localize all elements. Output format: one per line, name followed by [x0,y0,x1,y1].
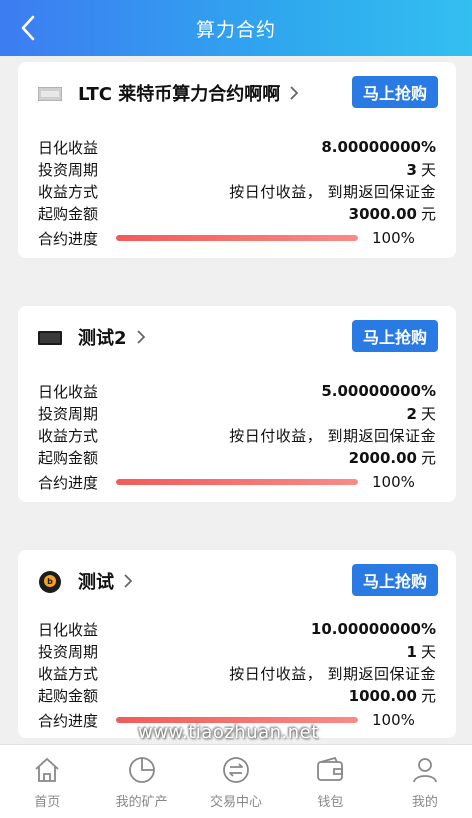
card-title-text: LTC 莱特币算力合约啊啊 [78,84,281,105]
exchange-icon [223,757,249,783]
chevron-right-icon [290,86,299,100]
card-title-text: 测试 [78,572,114,593]
method-value: 按日付收益， 到期返回保证金 [229,182,436,201]
daily-yield-row: 日化收益 8.00000000% [38,136,436,158]
card-title[interactable]: 测试2 [78,324,145,350]
min-amount-value: 2000.00 [348,448,417,467]
min-amount-label: 起购金额 [38,448,99,467]
buy-now-button[interactable]: 马上抢购 [352,564,438,596]
period-label: 投资周期 [38,160,99,179]
progress-percent: 100% [372,229,415,247]
back-button[interactable] [12,12,44,44]
contract-card: b 测试 马上抢购 日化收益 10.00000000% 投资周期 1天 收益方式… [18,550,456,738]
progress-bar [116,479,359,485]
chevron-right-icon [136,330,145,344]
card-title[interactable]: LTC 莱特币算力合约啊啊 [78,80,299,106]
period-row: 投资周期 1天 [38,640,436,662]
back-arrow-icon [21,15,35,41]
daily-yield-value: 10.00000000% [310,620,436,638]
period-row: 投资周期 3天 [38,158,436,180]
min-amount-unit: 元 [420,204,436,223]
progress-label: 合约进度 [38,473,99,492]
min-amount-value: 1000.00 [348,686,417,705]
tab-my-mining[interactable]: 我的矿产 [94,745,188,818]
method-value: 按日付收益， 到期返回保证金 [229,426,436,445]
chevron-right-icon [124,574,132,588]
min-amount-row: 起购金额 1000.00 元 [38,684,436,706]
min-amount-label: 起购金额 [38,686,99,705]
tab-wallet[interactable]: 钱包 [283,745,377,818]
min-amount-row: 起购金额 2000.00 元 [38,446,436,468]
watermark: www.tiaozhuan.net [138,722,319,743]
card-header[interactable]: LTC 莱特币算力合约啊啊 马上抢购 [18,62,456,122]
daily-yield-label: 日化收益 [38,382,99,401]
method-row: 收益方式 按日付收益， 到期返回保证金 [38,180,436,202]
daily-yield-label: 日化收益 [38,620,99,639]
tab-label: 交易中心 [210,795,263,810]
period-value: 2 [406,404,417,423]
method-row: 收益方式 按日付收益， 到期返回保证金 [38,662,436,684]
min-amount-row: 起购金额 3000.00 元 [38,202,436,224]
header: 算力合约 [0,0,472,56]
daily-yield-label: 日化收益 [38,138,99,157]
tab-label: 我的矿产 [115,795,168,810]
period-label: 投资周期 [38,642,99,661]
period-unit: 天 [420,160,436,179]
card-logo-icon [38,326,62,350]
tab-label: 钱包 [317,795,344,810]
wallet-icon [317,756,344,781]
progress-bar [116,235,359,241]
period-row: 投资周期 2天 [38,402,436,424]
daily-yield-row: 日化收益 10.00000000% [38,618,436,640]
contract-card: 测试2 马上抢购 日化收益 5.00000000% 投资周期 2天 收益方式 按… [18,306,456,502]
daily-yield-value: 5.00000000% [321,382,436,400]
page-title: 算力合约 [195,18,276,41]
tab-label: 首页 [34,795,61,810]
progress-row: 合约进度 100% [38,224,436,252]
progress-label: 合约进度 [38,229,99,248]
bottom-tab-bar: 首页 我的矿产 交易中心 钱包 我的 [0,744,472,818]
method-label: 收益方式 [38,664,99,683]
period-label: 投资周期 [38,404,99,423]
min-amount-label: 起购金额 [38,204,99,223]
period-unit: 天 [420,404,436,423]
progress-fill [116,479,359,485]
progress-label: 合约进度 [38,711,99,730]
min-amount-unit: 元 [420,686,436,705]
contract-card: LTC 莱特币算力合约啊啊 马上抢购 日化收益 8.00000000% 投资周期… [18,62,456,258]
bitcoin-logo-icon: b [38,570,62,594]
tab-mine[interactable]: 我的 [378,745,472,818]
period-value: 1 [406,642,417,661]
method-row: 收益方式 按日付收益， 到期返回保证金 [38,424,436,446]
period-unit: 天 [420,642,436,661]
method-label: 收益方式 [38,426,99,445]
period-value: 3 [406,160,417,179]
card-header[interactable]: 测试2 马上抢购 [18,306,456,366]
daily-yield-value: 8.00000000% [321,138,436,156]
buy-now-button[interactable]: 马上抢购 [352,76,438,108]
litecoin-logo-icon [38,82,62,106]
pie-chart-icon [128,757,155,783]
tab-trade-center[interactable]: 交易中心 [189,745,283,818]
card-header[interactable]: b 测试 马上抢购 [18,550,456,610]
progress-row: 合约进度 100% [38,468,436,496]
buy-now-button[interactable]: 马上抢购 [352,320,438,352]
progress-percent: 100% [372,711,415,729]
min-amount-unit: 元 [420,448,436,467]
daily-yield-row: 日化收益 5.00000000% [38,380,436,402]
user-icon [412,758,437,783]
tab-label: 我的 [411,795,438,810]
svg-text:b: b [47,577,53,586]
progress-fill [116,235,359,241]
method-value: 按日付收益， 到期返回保证金 [229,664,436,683]
card-title[interactable]: 测试 [78,568,132,594]
home-icon [35,758,59,782]
min-amount-value: 3000.00 [348,204,417,223]
tab-home[interactable]: 首页 [0,745,94,818]
progress-percent: 100% [372,473,415,491]
card-title-text: 测试2 [78,328,127,349]
method-label: 收益方式 [38,182,99,201]
